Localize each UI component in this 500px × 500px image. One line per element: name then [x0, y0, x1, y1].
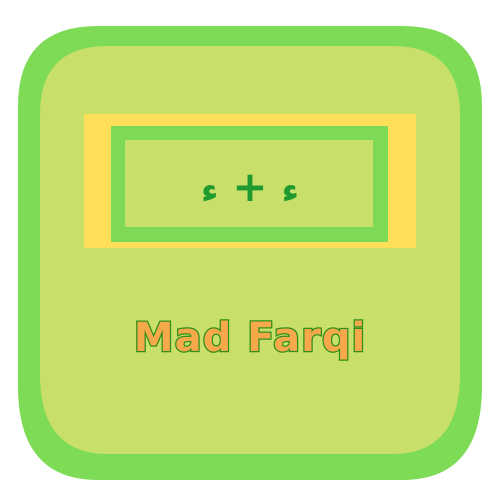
right-hamza-glyph: ء: [281, 171, 299, 211]
formula-display: ء + ء: [128, 148, 372, 226]
badge-title: Mad Farqi: [133, 315, 367, 361]
left-hamza-glyph: ء: [201, 171, 219, 211]
badge-illustration: [18, 26, 482, 480]
plus-operator: +: [232, 162, 268, 211]
badge-stage: ء + ء Mad Farqi: [0, 0, 500, 500]
inner-badge-shape: [40, 46, 460, 454]
